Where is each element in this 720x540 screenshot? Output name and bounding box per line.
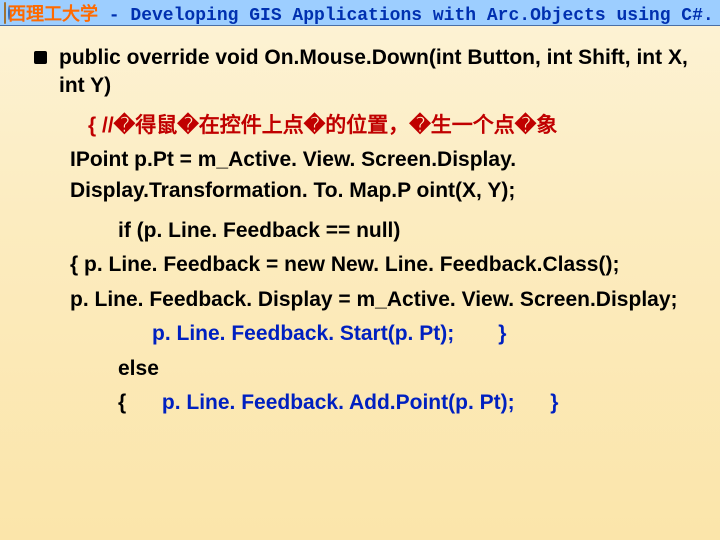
code-close-brace-2: } [550, 391, 558, 414]
method-signature: public override void On.Mouse.Down(int B… [59, 44, 694, 101]
bullet-icon [34, 51, 47, 64]
course-title: Developing GIS Applications with Arc.Obj… [130, 6, 720, 26]
code-ipoint-assign: IPoint p.Pt = m_Active. View. Screen.Dis… [34, 145, 694, 206]
header-title: 西理工大学 - Developing GIS Applications with… [8, 0, 720, 26]
slide-content: public override void On.Mouse.Down(int B… [0, 26, 720, 419]
slide: 西理工大学 - Developing GIS Applications with… [0, 0, 720, 540]
open-brace-comment: { //�得鼠�在控件上点�的位置，�生一个点�象 [88, 114, 557, 137]
code-line: { //�得鼠�在控件上点�的位置，�生一个点�象 [34, 111, 694, 141]
code-else-body: { p. Line. Feedback. Add.Point(p. Pt); } [34, 388, 694, 418]
code-start-call: p. Line. Feedback. Start(p. Pt); [152, 322, 454, 345]
header-separator: - [98, 6, 130, 26]
code-display-assign: p. Line. Feedback. Display = m_Active. V… [34, 285, 694, 315]
code-if-cond: if (p. Line. Feedback == null) [34, 216, 694, 246]
bullet-item: public override void On.Mouse.Down(int B… [34, 44, 694, 101]
code-addpoint: p. Line. Feedback. Add.Point(p. Pt); [162, 391, 515, 414]
university-logo-icon [4, 2, 6, 24]
code-close-brace: } [498, 322, 506, 345]
code-if-open-new: { p. Line. Feedback = new New. Line. Fee… [34, 250, 694, 280]
code-else-open: { [118, 391, 126, 414]
header-bar: 西理工大学 - Developing GIS Applications with… [0, 0, 720, 26]
code-else: else [34, 354, 694, 384]
university-name: 西理工大学 [8, 6, 98, 26]
code-start-line: p. Line. Feedback. Start(p. Pt);} [34, 319, 694, 349]
